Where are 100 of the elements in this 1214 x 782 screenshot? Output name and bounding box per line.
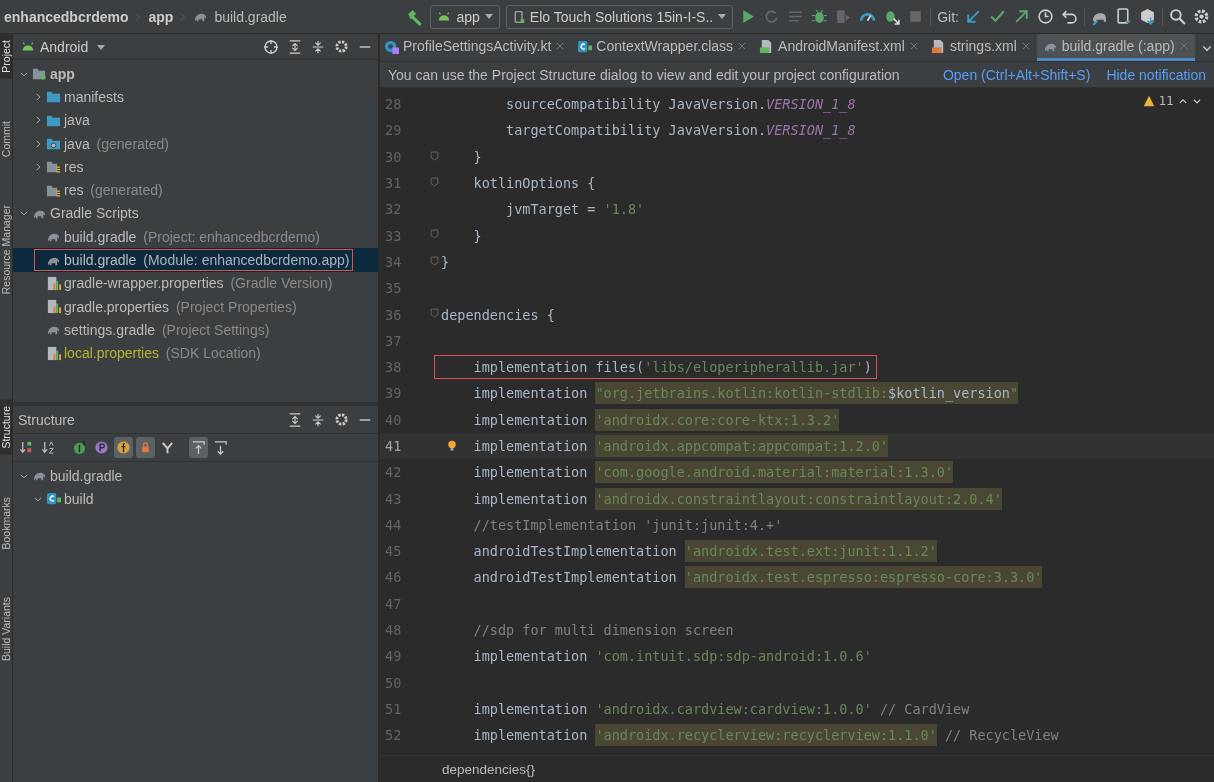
crosshair-icon[interactable] bbox=[263, 38, 279, 55]
tool-window-tab[interactable]: Structure bbox=[0, 400, 12, 455]
fold-marker-icon[interactable] bbox=[430, 254, 439, 267]
sdk-box-icon[interactable] bbox=[1139, 8, 1156, 25]
resource-folder-icon bbox=[46, 159, 61, 175]
code-line: implementation 'com.intuit.sdp:sdp-android:1.0.6' bbox=[472, 647, 873, 667]
tool-window-tab[interactable]: Resource Manager bbox=[0, 198, 12, 301]
code-line: //testImplementation 'junit:junit:4.+' bbox=[472, 515, 784, 535]
vcs-label: Git: bbox=[937, 8, 959, 25]
tree-item[interactable]: settings.gradle (Project Settings) bbox=[13, 318, 378, 342]
tool-window-tab[interactable]: Commit bbox=[0, 114, 12, 163]
property-icon bbox=[94, 440, 109, 455]
arrow-down-left-icon[interactable] bbox=[965, 8, 982, 25]
toggle-button[interactable] bbox=[189, 437, 208, 458]
warning-count[interactable]: 11 bbox=[1158, 94, 1174, 108]
breadcrumb-item[interactable]: app bbox=[148, 8, 174, 25]
settings-icon[interactable] bbox=[334, 412, 349, 427]
editor-tab[interactable]: strings.xml bbox=[924, 34, 1037, 61]
chevron-right-icon[interactable] bbox=[33, 115, 43, 126]
collapse-all-icon[interactable] bbox=[311, 411, 325, 428]
close-icon[interactable] bbox=[1020, 41, 1031, 51]
tree-item[interactable]: java (generated) bbox=[13, 131, 378, 156]
settings-icon[interactable] bbox=[1193, 8, 1210, 25]
tree-item[interactable]: build.gradle bbox=[13, 464, 378, 488]
search-icon[interactable] bbox=[1169, 8, 1186, 25]
line-number: 51 bbox=[384, 700, 403, 717]
chevron-right-icon[interactable] bbox=[33, 91, 43, 102]
chevron-up-icon[interactable] bbox=[1178, 96, 1188, 106]
xml-file-icon bbox=[930, 38, 946, 54]
breadcrumb-item[interactable]: dependencies{} bbox=[442, 761, 536, 777]
close-icon[interactable] bbox=[555, 41, 566, 51]
clock-icon[interactable] bbox=[1037, 8, 1054, 25]
folder-icon bbox=[46, 136, 61, 152]
expand-all-icon[interactable] bbox=[288, 411, 302, 428]
notification-link[interactable]: Open (Ctrl+Alt+Shift+S) bbox=[942, 66, 1091, 83]
tool-window-tab[interactable]: Bookmarks bbox=[0, 490, 12, 556]
expand-all-icon[interactable] bbox=[288, 38, 302, 55]
line-number: 42 bbox=[384, 464, 403, 481]
tree-item[interactable]: build.gradle (Module: enhancedbcrdemo.app) bbox=[13, 248, 378, 272]
chevron-right-icon[interactable] bbox=[33, 138, 43, 149]
fold-marker-icon[interactable] bbox=[430, 307, 439, 320]
tool-window-tab[interactable]: Project bbox=[0, 34, 12, 79]
tree-item[interactable]: gradle-wrapper.properties (Gradle Version) bbox=[13, 271, 378, 295]
collapse-all-icon[interactable] bbox=[311, 38, 325, 55]
checkmark-icon[interactable] bbox=[989, 8, 1006, 25]
folder-icon bbox=[46, 89, 61, 105]
notification-text: You can use the Project Structure dialog to view and edit your project configuration bbox=[388, 66, 900, 83]
tree-item[interactable]: manifests bbox=[13, 85, 378, 109]
sort-alphabetically-icon bbox=[41, 440, 56, 455]
tool-window-tab[interactable]: Build Variants bbox=[0, 591, 12, 668]
code-line: //sdp for multi dimension screen bbox=[472, 621, 735, 641]
tree-item[interactable]: res bbox=[13, 155, 378, 179]
device-dropdown[interactable]: Elo Touch Solutions 15in-I-S.. bbox=[505, 4, 734, 29]
tree-item[interactable]: local.properties (SDK Location) bbox=[13, 341, 378, 365]
editor-tab[interactable]: AndroidManifest.xml bbox=[753, 34, 925, 61]
fold-marker-icon[interactable] bbox=[430, 228, 439, 241]
bug-icon[interactable] bbox=[811, 8, 829, 25]
line-number: 37 bbox=[384, 332, 403, 349]
toggle-button[interactable] bbox=[136, 437, 155, 458]
undo-icon[interactable] bbox=[1061, 8, 1078, 25]
code-line: implementation files('libs/eloperipherallib.jar') bbox=[435, 356, 876, 379]
fold-marker-icon[interactable] bbox=[430, 149, 439, 162]
breadcrumb-item[interactable]: build.gradle bbox=[214, 8, 287, 25]
scroll-to-source-icon bbox=[191, 440, 206, 455]
properties-file-icon bbox=[46, 299, 61, 315]
bug-arrow-icon[interactable] bbox=[883, 8, 901, 25]
editor-tab[interactable]: ContextWrapper.class bbox=[571, 34, 754, 61]
run-configuration-dropdown[interactable]: app bbox=[430, 4, 500, 29]
notification-link[interactable]: Hide notification bbox=[1106, 66, 1206, 83]
chevron-down-icon[interactable] bbox=[1192, 96, 1202, 106]
tree-item[interactable]: java bbox=[13, 108, 378, 132]
line-number: 33 bbox=[384, 227, 403, 244]
close-icon[interactable] bbox=[908, 41, 919, 51]
tree-item[interactable]: Gradle Scripts bbox=[13, 201, 378, 226]
hammer-icon[interactable] bbox=[406, 7, 425, 26]
settings-icon[interactable] bbox=[334, 39, 349, 54]
tree-item[interactable]: build.gradle (Project: enhancedbcrdemo) bbox=[13, 225, 378, 249]
tree-item[interactable]: gradle.properties (Project Properties) bbox=[13, 294, 378, 319]
tree-item[interactable]: app bbox=[13, 62, 378, 86]
project-view-dropdown[interactable]: Android bbox=[21, 38, 106, 55]
breadcrumb-item[interactable]: enhancedbcrdemo bbox=[4, 8, 129, 25]
line-number: 40 bbox=[384, 411, 403, 428]
line-number: 49 bbox=[384, 648, 403, 665]
sort-visibility-icon bbox=[19, 440, 34, 455]
line-number: 52 bbox=[384, 727, 403, 744]
code-line: } bbox=[472, 147, 483, 167]
code-line: } bbox=[472, 226, 483, 246]
line-number: 39 bbox=[384, 385, 403, 402]
close-icon[interactable] bbox=[737, 41, 748, 51]
toggle-button[interactable] bbox=[114, 437, 133, 458]
line-number: 36 bbox=[384, 306, 403, 323]
editor-tab[interactable]: ProfileSettingsActivity.kt bbox=[380, 34, 572, 61]
warning-icon[interactable] bbox=[1142, 95, 1155, 107]
chevron-right-icon[interactable] bbox=[33, 161, 43, 172]
arrow-up-right-icon[interactable] bbox=[1013, 8, 1030, 25]
tree-item[interactable]: build bbox=[13, 487, 378, 511]
device-manager-icon[interactable] bbox=[1115, 8, 1132, 25]
tree-item[interactable]: res (generated) bbox=[13, 178, 378, 202]
editor-tab[interactable]: build.gradle (:app) bbox=[1036, 34, 1195, 61]
fold-marker-icon[interactable] bbox=[430, 175, 439, 188]
